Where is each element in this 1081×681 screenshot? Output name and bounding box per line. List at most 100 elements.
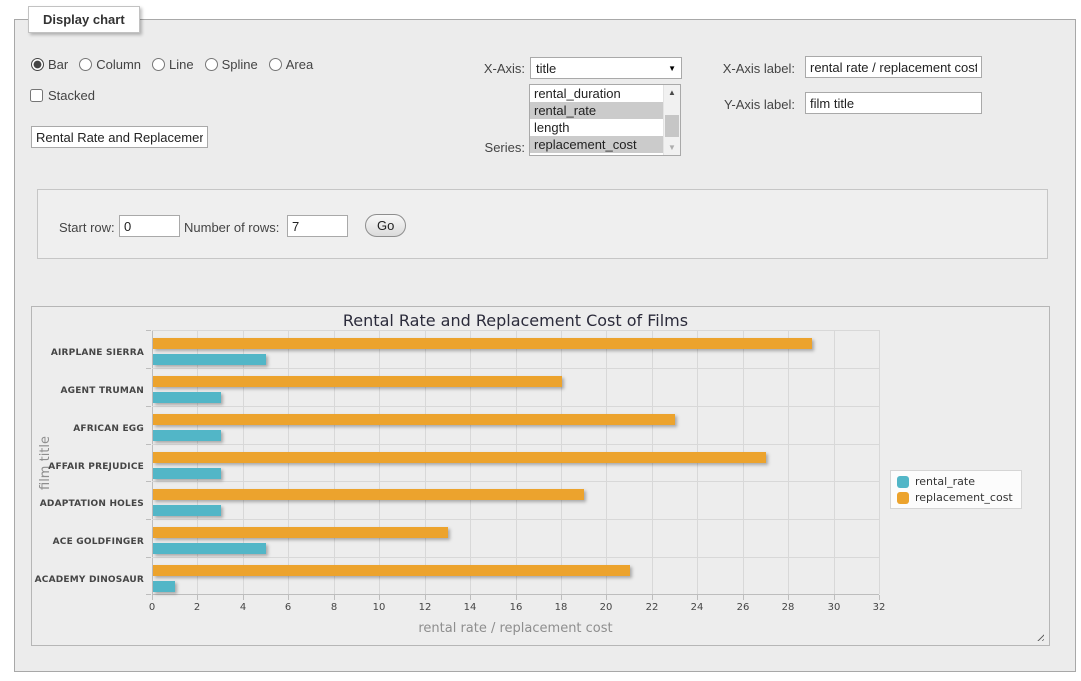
x-axis-selected-value: title bbox=[536, 61, 556, 76]
x-tick-label: 12 bbox=[410, 602, 440, 613]
chart-type-option-column: Column bbox=[79, 57, 141, 72]
legend-item-rental_rate[interactable]: rental_rate bbox=[897, 475, 1013, 488]
chart-type-label: Column bbox=[96, 57, 141, 72]
x-axis-tick bbox=[788, 595, 789, 600]
panel-legend: Display chart bbox=[28, 6, 140, 33]
x-tick-label: 20 bbox=[591, 602, 621, 613]
bar-rental_rate bbox=[153, 430, 221, 441]
x-tick-label: 6 bbox=[273, 602, 303, 613]
y-axis-label-input[interactable] bbox=[805, 92, 982, 114]
legend-label: rental_rate bbox=[915, 475, 975, 488]
chart-type-group: BarColumnLineSplineArea bbox=[31, 57, 313, 72]
x-tick-label: 8 bbox=[319, 602, 349, 613]
chart-type-option-spline: Spline bbox=[205, 57, 258, 72]
series-option-replacement_cost[interactable]: replacement_cost bbox=[530, 136, 663, 153]
x-axis-tick bbox=[152, 595, 153, 600]
x-axis-tick bbox=[425, 595, 426, 600]
y-axis-tick bbox=[146, 444, 151, 445]
gridline-horizontal bbox=[152, 330, 879, 331]
bar-replacement_cost bbox=[153, 489, 584, 500]
bar-rental_rate bbox=[153, 505, 221, 516]
x-axis-tick bbox=[334, 595, 335, 600]
x-tick-label: 22 bbox=[637, 602, 667, 613]
chart-type-radio-spline[interactable] bbox=[205, 58, 218, 71]
scroll-down-icon[interactable]: ▼ bbox=[664, 140, 680, 155]
resize-handle-icon[interactable] bbox=[1035, 632, 1044, 641]
bar-replacement_cost bbox=[153, 414, 675, 425]
x-tick-label: 14 bbox=[455, 602, 485, 613]
bar-replacement_cost bbox=[153, 452, 766, 463]
x-axis-tick bbox=[561, 595, 562, 600]
chart-title-input[interactable] bbox=[31, 126, 208, 148]
x-tick-label: 16 bbox=[501, 602, 531, 613]
x-axis-tick bbox=[197, 595, 198, 600]
y-axis-tick bbox=[146, 481, 151, 482]
row-range-panel: Start row: Number of rows: Go bbox=[37, 189, 1048, 259]
chart-type-radio-line[interactable] bbox=[152, 58, 165, 71]
bar-rental_rate bbox=[153, 468, 221, 479]
category-label: AFFAIR PREJUDICE bbox=[4, 462, 144, 472]
y-axis-tick bbox=[146, 406, 151, 407]
gridline-horizontal bbox=[152, 557, 879, 558]
category-label: ACE GOLDFINGER bbox=[4, 537, 144, 547]
series-options: rental_durationrental_ratelengthreplacem… bbox=[530, 85, 663, 155]
x-tick-label: 18 bbox=[546, 602, 576, 613]
x-axis-select[interactable]: title ▼ bbox=[530, 57, 682, 79]
x-axis-label-input[interactable] bbox=[805, 56, 982, 78]
x-axis-tick bbox=[516, 595, 517, 600]
chart-type-label: Area bbox=[286, 57, 313, 72]
start-row-input[interactable] bbox=[119, 215, 180, 237]
gridline-vertical bbox=[834, 330, 835, 594]
x-axis-tick bbox=[379, 595, 380, 600]
y-axis-tick bbox=[146, 519, 151, 520]
bar-rental_rate bbox=[153, 392, 221, 403]
series-scrollbar[interactable]: ▲ ▼ bbox=[663, 85, 680, 155]
x-tick-label: 2 bbox=[182, 602, 212, 613]
x-axis-title: rental rate / replacement cost bbox=[152, 621, 879, 636]
y-axis-tick bbox=[146, 557, 151, 558]
y-axis-tick bbox=[146, 368, 151, 369]
x-axis-tick bbox=[606, 595, 607, 600]
x-tick-label: 30 bbox=[819, 602, 849, 613]
chart-type-radio-bar[interactable] bbox=[31, 58, 44, 71]
bar-rental_rate bbox=[153, 354, 266, 365]
legend-item-replacement_cost[interactable]: replacement_cost bbox=[897, 491, 1013, 504]
gridline-horizontal bbox=[152, 368, 879, 369]
series-listbox[interactable]: rental_durationrental_ratelengthreplacem… bbox=[529, 84, 681, 156]
gridline-horizontal bbox=[152, 519, 879, 520]
stacked-row: Stacked bbox=[30, 88, 95, 103]
series-option-rental_rate[interactable]: rental_rate bbox=[530, 102, 663, 119]
chart-type-radio-area[interactable] bbox=[269, 58, 282, 71]
gridline-horizontal bbox=[152, 481, 879, 482]
category-label: ADAPTATION HOLES bbox=[4, 499, 144, 509]
bar-rental_rate bbox=[153, 543, 266, 554]
scrollbar-thumb[interactable] bbox=[665, 115, 679, 137]
display-chart-panel: BarColumnLineSplineArea Stacked X-Axis: … bbox=[14, 19, 1076, 672]
start-row-label: Start row: bbox=[59, 220, 115, 235]
series-label: Series: bbox=[435, 140, 525, 155]
bar-replacement_cost bbox=[153, 376, 562, 387]
legend-label: replacement_cost bbox=[915, 491, 1013, 504]
go-button[interactable]: Go bbox=[365, 214, 406, 237]
series-option-rental_duration[interactable]: rental_duration bbox=[530, 85, 663, 102]
category-label: AFRICAN EGG bbox=[4, 424, 144, 434]
x-axis-tick bbox=[879, 595, 880, 600]
stacked-checkbox[interactable] bbox=[30, 89, 43, 102]
x-tick-label: 24 bbox=[682, 602, 712, 613]
category-label: ACADEMY DINOSAUR bbox=[4, 575, 144, 585]
x-tick-label: 10 bbox=[364, 602, 394, 613]
chart-type-option-bar: Bar bbox=[31, 57, 68, 72]
x-tick-label: 28 bbox=[773, 602, 803, 613]
x-axis-select-label: X-Axis: bbox=[435, 61, 525, 76]
category-label: AGENT TRUMAN bbox=[4, 386, 144, 396]
chart-legend: rental_rate replacement_cost bbox=[890, 470, 1022, 509]
gridline-horizontal bbox=[152, 444, 879, 445]
bar-rental_rate bbox=[153, 581, 175, 592]
x-tick-label: 4 bbox=[228, 602, 258, 613]
series-option-length[interactable]: length bbox=[530, 119, 663, 136]
x-axis-tick bbox=[288, 595, 289, 600]
chart-type-radio-column[interactable] bbox=[79, 58, 92, 71]
gridline-vertical bbox=[788, 330, 789, 594]
gridline-vertical bbox=[879, 330, 880, 594]
num-rows-input[interactable] bbox=[287, 215, 348, 237]
